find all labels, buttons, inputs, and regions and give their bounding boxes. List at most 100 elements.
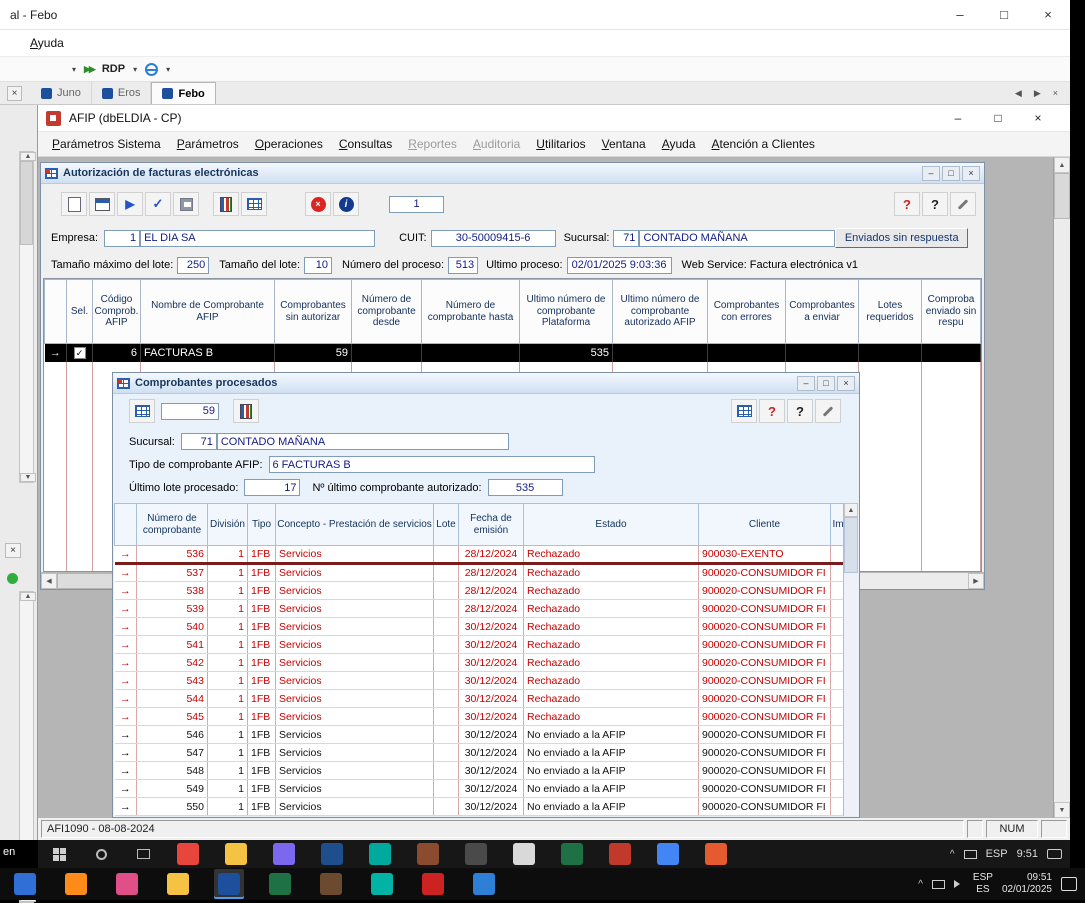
taskbar-app-button[interactable] [418,869,448,899]
column-header[interactable]: Sel. [67,280,93,344]
numero-proceso-field[interactable]: 513 [448,257,478,274]
taskbar-app-button[interactable] [318,841,345,868]
menu-item[interactable]: Ayuda [654,137,704,151]
minimize-button[interactable]: – [797,376,815,391]
comprobante-row[interactable]: → 545 1 1FB Servicios 30/12/2024 Rechaza… [115,708,846,726]
scrollbar-track[interactable] [1054,219,1070,802]
menu-item[interactable]: Ayuda [22,36,72,50]
taskbar-app-button[interactable] [316,869,346,899]
start-button[interactable] [38,840,80,868]
network-icon[interactable] [932,880,945,889]
context-help-button[interactable]: ? [759,399,785,423]
ultimo-proceso-field[interactable]: 02/01/2025 9:03:36 [567,257,672,274]
column-header[interactable]: Ultimo número de comprobante autorizado … [613,280,708,344]
taskbar-app-button[interactable] [654,841,681,868]
row-checkbox[interactable]: ✓ [74,347,86,359]
session-tab[interactable]: Eros [92,82,152,104]
clock[interactable]: 09:51 02/01/2025 [1002,872,1052,896]
session-tab[interactable]: Juno [31,82,92,104]
confirm-button[interactable]: ✓ [145,192,171,216]
taskbar-app-button[interactable] [214,869,244,899]
scroll-right-button[interactable]: ▶ [968,573,984,589]
info-button[interactable]: i [333,192,359,216]
sucursal-name-field[interactable]: CONTADO MAÑANA [217,433,509,450]
maximize-button[interactable]: □ [982,0,1026,30]
cuit-field[interactable]: 30-50009415-6 [431,230,556,247]
menu-item[interactable]: Auditoria [465,137,528,151]
comprobante-row[interactable]: → 544 1 1FB Servicios 30/12/2024 Rechaza… [115,690,846,708]
comprobante-row[interactable]: → 542 1 1FB Servicios 30/12/2024 Rechaza… [115,654,846,672]
ultimo-lote-field[interactable]: 17 [244,479,300,496]
minimize-button[interactable]: – [922,166,940,181]
process-counter-field[interactable]: 1 [389,196,444,213]
taskbar-app-button[interactable] [469,869,499,899]
vertical-scrollbar[interactable]: ▲ [843,503,858,816]
sucursal-name-field[interactable]: CONTADO MAÑANA [639,230,835,247]
search-button[interactable] [80,840,122,868]
next-tab-button[interactable]: ▶ [1034,88,1041,99]
tray-chevron-icon[interactable]: ^ [918,879,923,890]
column-header[interactable]: Comproba enviado sin respu [922,280,981,344]
column-header[interactable]: Comprobantes a enviar [786,280,859,344]
enviados-sin-respuesta-button[interactable]: Enviados sin respuesta [835,228,968,248]
column-header[interactable]: Tipo [248,504,276,546]
column-header[interactable]: Número de comprobante hasta [422,280,520,344]
column-header[interactable]: Número de comprobante [137,504,208,546]
column-header[interactable]: Número de comprobante desde [352,280,422,344]
taskbar-app-button[interactable] [367,869,397,899]
column-header[interactable]: Nombre de Comprobante AFIP [141,280,275,344]
column-header[interactable]: Cliente [699,504,831,546]
tray-chevron-icon[interactable]: ^ [950,849,955,860]
menu-item[interactable]: Operaciones [247,137,331,151]
export-grid-button[interactable] [129,399,155,423]
tipo-comprobante-field[interactable]: 6 FACTURAS B [269,456,595,473]
minimize-button[interactable]: – [938,105,978,131]
scrollbar-thumb[interactable] [20,161,33,245]
column-header[interactable]: Comprobantes con errores [708,280,786,344]
maximize-button[interactable]: □ [817,376,835,391]
column-header[interactable]: Ultimo número de comprobante Plataforma [520,280,613,344]
save-button[interactable] [173,192,199,216]
stop-button[interactable]: × [305,192,331,216]
connect-icon[interactable]: ▶▶ [84,64,94,75]
prev-tab-button[interactable]: ◀ [1015,88,1022,99]
taskbar-app-button[interactable] [558,841,585,868]
taskbar-app-button[interactable] [462,841,489,868]
export-grid-button[interactable] [241,192,267,216]
run-button[interactable]: ▶ [117,192,143,216]
column-header[interactable]: Fecha de emisión [459,504,524,546]
grid-view-button[interactable] [731,399,757,423]
scroll-left-button[interactable]: ◀ [41,573,57,589]
column-header[interactable]: Concepto - Prestación de servicios [276,504,434,546]
taskbar-app-button[interactable] [112,869,142,899]
selected-comprobante-row[interactable]: → ✓ 6 FACTURAS B 59 535 [45,344,981,362]
taskbar-app-button[interactable] [174,841,201,868]
taskbar-app-button[interactable] [163,869,193,899]
child-titlebar[interactable]: Autorización de facturas electrónicas – … [41,163,984,184]
network-icon[interactable] [964,850,977,859]
menu-item[interactable]: Consultas [331,137,400,151]
close-button[interactable]: × [1018,105,1058,131]
taskbar-app-button[interactable] [510,841,537,868]
taskbar-app-button[interactable] [366,841,393,868]
column-header[interactable]: División [208,504,248,546]
scroll-up-button[interactable]: ▲ [20,592,36,601]
mdi-vertical-scrollbar[interactable]: ▲ ▼ [1053,157,1070,818]
comprobante-row[interactable]: → 541 1 1FB Servicios 30/12/2024 Rechaza… [115,636,846,654]
scroll-up-button[interactable]: ▲ [20,152,36,161]
taskbar-app-button[interactable] [61,869,91,899]
close-button[interactable]: × [1026,0,1070,30]
scrollbar-thumb[interactable] [1054,173,1070,219]
comprobante-row[interactable]: → 538 1 1FB Servicios 28/12/2024 Rechaza… [115,582,846,600]
close-button[interactable]: × [837,376,855,391]
properties-button[interactable] [89,192,115,216]
scrollbar-thumb[interactable] [844,517,858,573]
tools-button[interactable] [815,399,841,423]
sucursal-code-field[interactable]: 71 [613,230,639,247]
scroll-down-button[interactable]: ▼ [1054,802,1070,818]
maximize-button[interactable]: □ [942,166,960,181]
taskbar-app-button[interactable] [10,869,40,899]
menu-item[interactable]: Parámetros [169,137,247,151]
record-counter-field[interactable]: 59 [161,403,219,420]
dropdown-icon[interactable]: ▾ [72,65,76,74]
